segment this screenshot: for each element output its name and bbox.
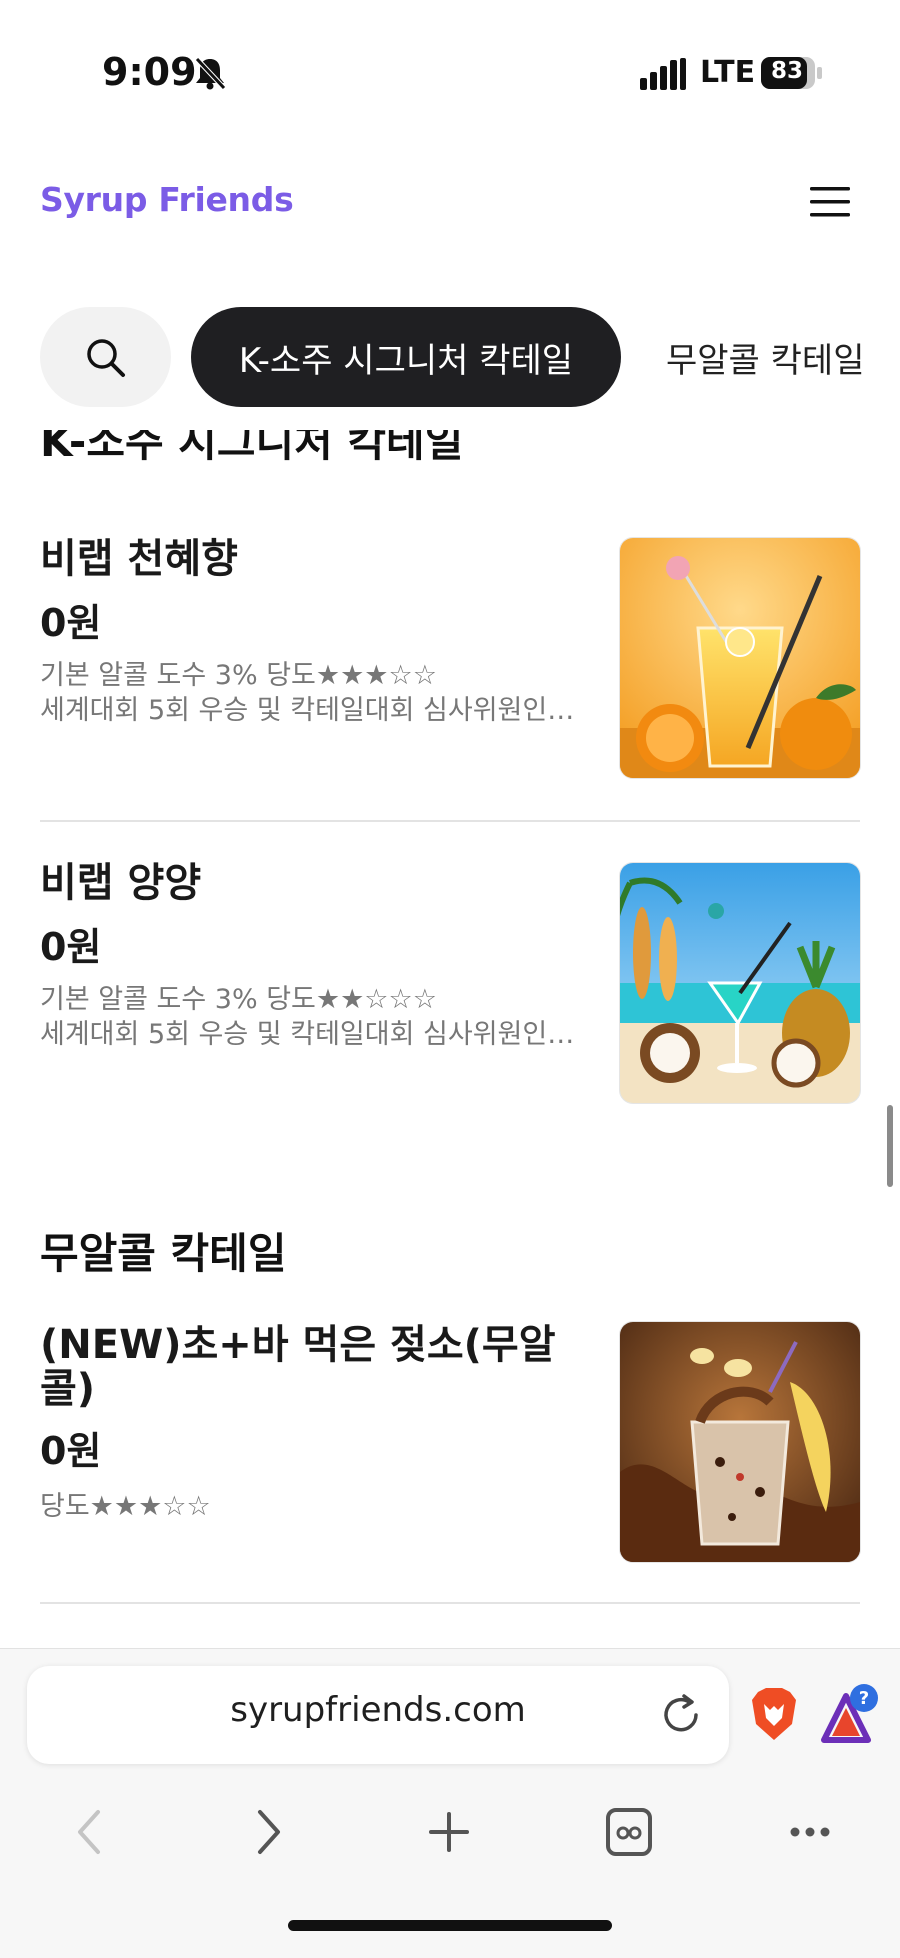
item-desc-line2: 세계대회 5회 우승 및 칵테일대회 심사위원인 ... [40, 695, 580, 726]
search-icon [87, 339, 125, 377]
item-desc-line1: 당도★★★☆☆ [40, 1491, 211, 1522]
forward-icon[interactable] [234, 1800, 304, 1864]
item-price: 0원 [40, 925, 102, 969]
battery-level: 83 [770, 58, 803, 84]
section-heading-non-alcoholic: 무알콜 칵테일 [40, 1229, 287, 1278]
item-desc-line2: 세계대회 5회 우승 및 칵테일대회 심사위원인 ... [40, 1019, 580, 1050]
tab-non-alcoholic[interactable]: 무알콜 칵테일 [666, 307, 865, 407]
rewards-badge: ? [859, 1688, 869, 1709]
item-thumbnail-yangyang[interactable] [619, 862, 861, 1104]
section-heading-k-soju: K-소주 시그니처 칵테일 [40, 430, 464, 466]
bell-off-icon [195, 57, 226, 90]
reload-icon[interactable] [656, 1690, 706, 1740]
item-thumbnail-cheonhyehyang[interactable] [619, 537, 861, 779]
new-tab-icon[interactable] [414, 1800, 484, 1864]
brave-lion-icon[interactable] [750, 1686, 798, 1742]
status-time: 9:09 [102, 50, 197, 94]
more-icon[interactable] [775, 1800, 845, 1864]
item-name-line2[interactable]: 콜) [40, 1366, 95, 1412]
back-icon[interactable] [54, 1800, 124, 1864]
network-label: LTE [700, 55, 756, 90]
item-name[interactable]: 비랩 양양 [40, 860, 201, 906]
item-thumbnail-choba-cow[interactable] [619, 1321, 861, 1563]
hamburger-icon[interactable] [808, 185, 852, 219]
item-divider [40, 1602, 860, 1604]
rewards-triangle-icon[interactable]: ? [820, 1682, 882, 1746]
brand-logo[interactable]: Syrup Friends [40, 180, 294, 219]
item-price: 0원 [40, 601, 102, 645]
search-button[interactable] [40, 307, 171, 407]
item-divider [40, 820, 860, 822]
tabs-icon[interactable] [594, 1800, 664, 1864]
home-indicator [288, 1920, 612, 1931]
signal-icon [640, 58, 686, 90]
scrollbar-thumb[interactable] [887, 1105, 893, 1187]
item-desc-line1: 기본 알콜 도수 3% 당도★★★☆☆ [40, 660, 437, 691]
item-price: 0원 [40, 1429, 102, 1473]
item-name[interactable]: 비랩 천혜향 [40, 536, 238, 582]
item-desc-line1: 기본 알콜 도수 3% 당도★★☆☆☆ [40, 984, 437, 1015]
address-bar-url[interactable]: syrupfriends.com [27, 1690, 729, 1730]
tab-k-soju-signature[interactable]: K-소주 시그니처 칵테일 [191, 307, 621, 407]
item-name-line1[interactable]: (NEW)초+바 먹은 젖소(무알 [40, 1322, 556, 1368]
